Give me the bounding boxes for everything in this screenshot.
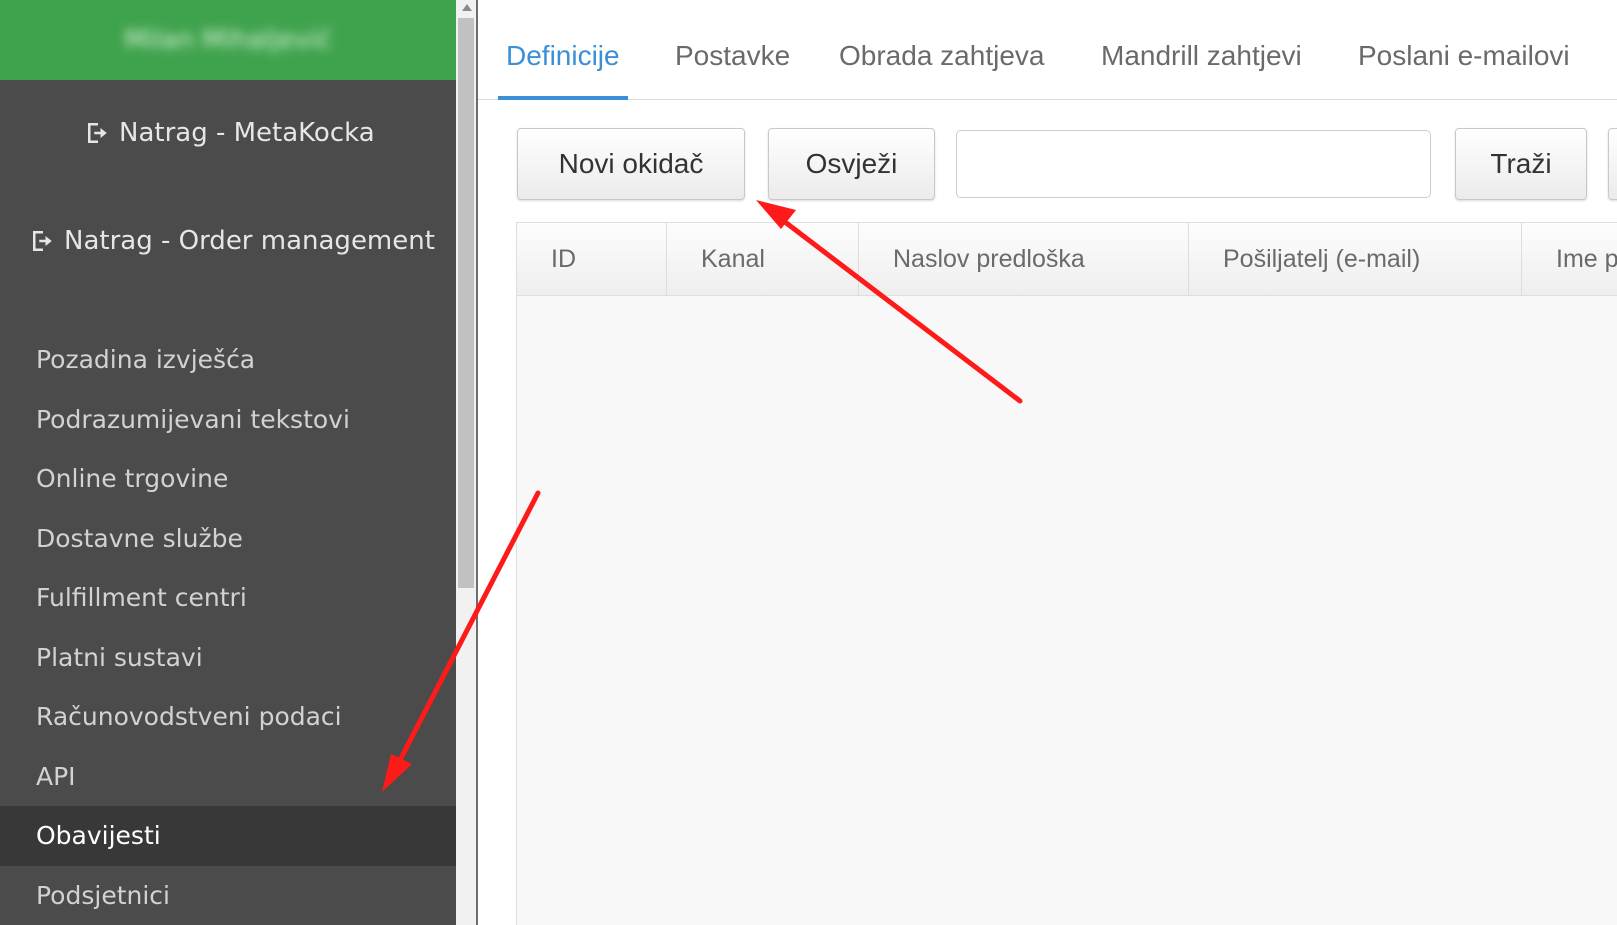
refresh-button[interactable]: Osvježi (768, 128, 935, 200)
back-link-metakocka[interactable]: Natrag - MetaKocka (83, 118, 375, 148)
toolbar-button-partial[interactable] (1608, 128, 1617, 200)
triggers-grid: ID Kanal Naslov predloška Pošiljatelj (e… (516, 222, 1617, 925)
search-button[interactable]: Traži (1455, 128, 1587, 200)
scroll-thumb[interactable] (458, 18, 474, 588)
back-link-label: Natrag - Order management (64, 226, 435, 256)
sidebar-item-api[interactable]: API (0, 747, 456, 807)
sidebar-item-report-backgrounds[interactable]: Pozadina izvješća (0, 330, 456, 390)
back-link-label: Natrag - MetaKocka (119, 118, 375, 148)
back-link-order-management[interactable]: Natrag - Order management (28, 226, 435, 256)
user-name[interactable]: Milan Mihaljević (0, 0, 456, 80)
grid-header: ID Kanal Naslov predloška Pošiljatelj (e… (517, 223, 1617, 296)
sign-out-icon (88, 123, 107, 143)
tab-mandrill-requests[interactable]: Mandrill zahtjevi (1101, 40, 1302, 72)
sidebar-item-notifications[interactable]: Obavijesti (0, 806, 456, 866)
column-header-sender-email[interactable]: Pošiljatelj (e-mail) (1189, 223, 1522, 296)
tab-request-processing[interactable]: Obrada zahtjeva (839, 40, 1044, 72)
column-header-channel[interactable]: Kanal (667, 223, 859, 296)
tab-bar: Definicije Postavke Obrada zahtjeva Mand… (478, 0, 1617, 100)
sidebar: Milan Mihaljević Natrag - MetaKocka Natr… (0, 0, 456, 925)
settings-menu: Pozadina izvješća Podrazumijevani teksto… (0, 330, 456, 925)
sidebar-item-payment-systems[interactable]: Platni sustavi (0, 628, 456, 688)
column-header-sender-name[interactable]: Ime p (1522, 223, 1617, 296)
sidebar-item-default-texts[interactable]: Podrazumijevani tekstovi (0, 390, 456, 450)
column-header-id[interactable]: ID (517, 223, 667, 296)
active-tab-indicator (498, 96, 628, 100)
main-content: Definicije Postavke Obrada zahtjeva Mand… (478, 0, 1617, 925)
sidebar-item-delivery-services[interactable]: Dostavne službe (0, 509, 456, 569)
scroll-up-arrow-icon[interactable] (462, 4, 472, 11)
column-header-template-title[interactable]: Naslov predloška (859, 223, 1189, 296)
sidebar-item-reminders[interactable]: Podsjetnici (0, 866, 456, 925)
tab-settings[interactable]: Postavke (675, 40, 790, 72)
sidebar-scrollbar[interactable] (456, 0, 478, 925)
search-input[interactable] (956, 130, 1431, 198)
tab-sent-emails[interactable]: Poslani e-mailovi (1358, 40, 1570, 72)
new-trigger-button[interactable]: Novi okidač (517, 128, 745, 200)
sign-out-icon (33, 231, 52, 251)
sidebar-item-online-stores[interactable]: Online trgovine (0, 449, 456, 509)
tab-definitions[interactable]: Definicije (506, 40, 620, 72)
sidebar-item-fulfillment-centers[interactable]: Fulfillment centri (0, 568, 456, 628)
sidebar-item-accounting-data[interactable]: Računovodstveni podaci (0, 687, 456, 747)
user-bar: Milan Mihaljević (0, 0, 456, 80)
